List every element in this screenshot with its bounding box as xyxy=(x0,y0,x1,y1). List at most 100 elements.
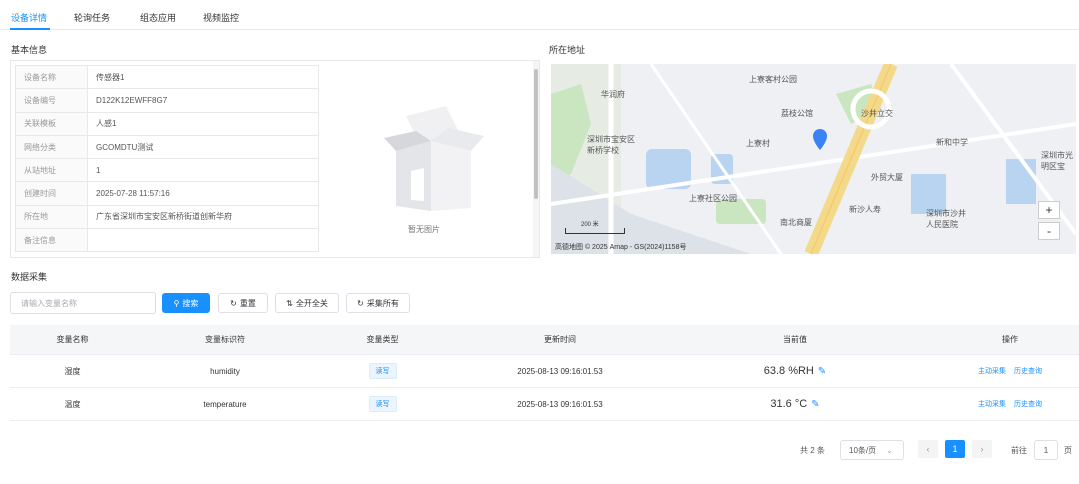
row-name: 温度 xyxy=(64,399,81,409)
scrollbar-thumb[interactable] xyxy=(534,69,538,199)
info-value xyxy=(87,228,319,253)
collect-now-link[interactable]: 主动采集 xyxy=(978,366,1006,376)
history-query-link[interactable]: 历史查询 xyxy=(1014,399,1042,409)
map-label-shangliao-park: 上寮社区公园 xyxy=(689,194,737,203)
history-query-link[interactable]: 历史查询 xyxy=(1014,366,1042,376)
tab-bar: 设备详情 轮询任务 组态应用 视频监控 xyxy=(0,0,1079,30)
chevron-down-icon: ⌄ xyxy=(886,445,893,455)
row-identifier: humidity xyxy=(210,366,240,376)
row-value: 63.8 %RH xyxy=(763,365,814,377)
scrollbar[interactable] xyxy=(533,61,539,257)
map-label-shajing: 沙井立交 xyxy=(861,109,893,118)
page-unit-label: 页 xyxy=(1064,445,1072,455)
collect-icon: ↻ xyxy=(357,298,364,308)
row-type-cell: 读写 xyxy=(315,388,450,420)
info-label: 网络分类 xyxy=(15,134,88,160)
reset-button[interactable]: ↻ 重置 xyxy=(218,293,268,313)
zoom-out-button[interactable]: - xyxy=(1038,222,1060,240)
basic-info-title: 基本信息 xyxy=(11,45,48,55)
map-scale-label: 200 米 xyxy=(581,222,599,228)
row-actions: 主动采集 历史查询 xyxy=(950,388,1070,420)
refresh-icon: ↻ xyxy=(230,298,237,308)
info-value: 1 xyxy=(87,158,319,183)
tab-device-detail[interactable]: 设备详情 xyxy=(11,11,47,24)
goto-page-input[interactable]: 1 xyxy=(1034,440,1058,460)
info-row: 从站地址 1 xyxy=(15,158,319,183)
search-button-label: 搜索 xyxy=(182,298,199,308)
map-scale-bar xyxy=(565,228,625,234)
map-label-hospital: 深圳市沙井 人民医院 xyxy=(926,209,966,229)
info-value: 2025-07-28 11:57:16 xyxy=(87,181,319,206)
map-label-school: 深圳市宝安区 新桥学校 xyxy=(587,135,635,155)
info-value: D122K12EWFF8G7 xyxy=(87,88,319,113)
info-label: 所在地 xyxy=(15,204,88,230)
map-label-huaxi: 华润府 xyxy=(601,90,625,99)
row-type-cell: 读写 xyxy=(315,355,450,387)
variable-search-input[interactable] xyxy=(10,292,156,314)
info-row: 网络分类 GCOMDTU测试 xyxy=(15,134,319,160)
data-collection-title: 数据采集 xyxy=(11,272,48,282)
map-label-shenzhen: 深圳市光 明区宝 xyxy=(1041,151,1073,171)
map-label-park: 上寮客村公园 xyxy=(749,75,797,84)
info-row: 所在地 广东省深圳市宝安区新桥街道创新华府 xyxy=(15,204,319,230)
no-image-placeholder: 暂无图片 xyxy=(366,96,496,236)
info-label: 备注信息 xyxy=(15,228,88,253)
header-identifier: 变量标识符 xyxy=(205,335,245,344)
empty-box-icon xyxy=(384,106,484,211)
map-label-xinlong: 新和中学 xyxy=(936,138,968,147)
info-label: 关联模板 xyxy=(15,111,88,136)
page-number-button[interactable]: 1 xyxy=(945,440,965,458)
location-title: 所在地址 xyxy=(549,45,586,55)
header-time: 更新时间 xyxy=(544,335,576,344)
toggle-all-button[interactable]: ⇅ 全开全关 xyxy=(275,293,339,313)
header-value: 当前值 xyxy=(783,335,807,344)
prev-page-button[interactable]: ‹ xyxy=(918,440,938,458)
toggle-all-label: 全开全关 xyxy=(295,298,328,308)
map-label-shangzhai: 上寮村 xyxy=(746,139,770,148)
goto-page-value: 1 xyxy=(1043,445,1049,455)
map-canvas[interactable] xyxy=(551,64,1076,254)
zoom-in-button[interactable]: + xyxy=(1038,201,1060,219)
info-value: GCOMDTU测试 xyxy=(87,134,319,160)
chevron-left-icon: ‹ xyxy=(926,444,930,454)
info-row: 创建时间 2025-07-28 11:57:16 xyxy=(15,181,319,206)
map-label-center: 外贸大厦 xyxy=(871,173,903,182)
collect-all-button[interactable]: ↻ 采集所有 xyxy=(346,293,410,313)
type-tag: 读写 xyxy=(368,363,397,379)
tab-polling-task[interactable]: 轮询任务 xyxy=(74,11,110,24)
map-label-xinyi: 新沙人寿 xyxy=(849,205,881,214)
search-button[interactable]: ⚲ 搜索 xyxy=(162,293,210,313)
pagination-total: 共 2 条 xyxy=(800,445,825,455)
table-row: 温度 temperature 读写 2025-08-13 09:16:01.53… xyxy=(10,388,1079,421)
table-header: 变量名称 变量标识符 变量类型 更新时间 当前值 操作 xyxy=(10,325,1079,355)
row-time: 2025-08-13 09:16:01.53 xyxy=(517,399,603,409)
header-name: 变量名称 xyxy=(56,335,89,344)
info-label: 设备编号 xyxy=(15,88,88,113)
collect-now-link[interactable]: 主动采集 xyxy=(978,399,1006,409)
location-map[interactable]: 上寮客村公园 华润府 深圳市宝安区 新桥学校 荔枝公馆 上寮村 沙井立交 新和中… xyxy=(551,64,1076,254)
tab-video-monitor[interactable]: 视频监控 xyxy=(203,11,239,24)
info-value: 传感器1 xyxy=(87,64,319,90)
edit-icon[interactable]: ✎ xyxy=(811,399,819,410)
toggle-icon: ⇅ xyxy=(286,298,293,308)
device-info-table: 设备名称 传感器1 设备编号 D122K12EWFF8G7 关联模板 人感1 网络分类 GCO… xyxy=(15,64,319,253)
info-label: 创建时间 xyxy=(15,181,88,206)
row-value-cell: 63.8 %RH ✎ xyxy=(690,355,900,387)
info-value: 人感1 xyxy=(87,111,319,136)
info-row: 设备编号 D122K12EWFF8G7 xyxy=(15,88,319,113)
page-size-select[interactable]: 10条/页 ⌄ xyxy=(840,440,904,460)
no-image-text: 暂无图片 xyxy=(408,225,440,234)
edit-icon[interactable]: ✎ xyxy=(818,366,826,377)
info-label: 从站地址 xyxy=(15,158,88,183)
map-label-nanbei: 南北商厦 xyxy=(780,218,812,227)
page-size-value: 10条/页 xyxy=(849,445,877,455)
row-value-cell: 31.6 °C ✎ xyxy=(690,388,900,420)
collect-all-label: 采集所有 xyxy=(366,298,399,308)
info-row: 备注信息 xyxy=(15,228,319,253)
type-tag: 读写 xyxy=(368,396,397,412)
reset-button-label: 重置 xyxy=(239,298,256,308)
goto-label: 前往 xyxy=(1011,445,1027,455)
tab-scada-app[interactable]: 组态应用 xyxy=(140,11,176,24)
next-page-button[interactable]: › xyxy=(972,440,992,458)
search-icon: ⚲ xyxy=(173,298,180,308)
